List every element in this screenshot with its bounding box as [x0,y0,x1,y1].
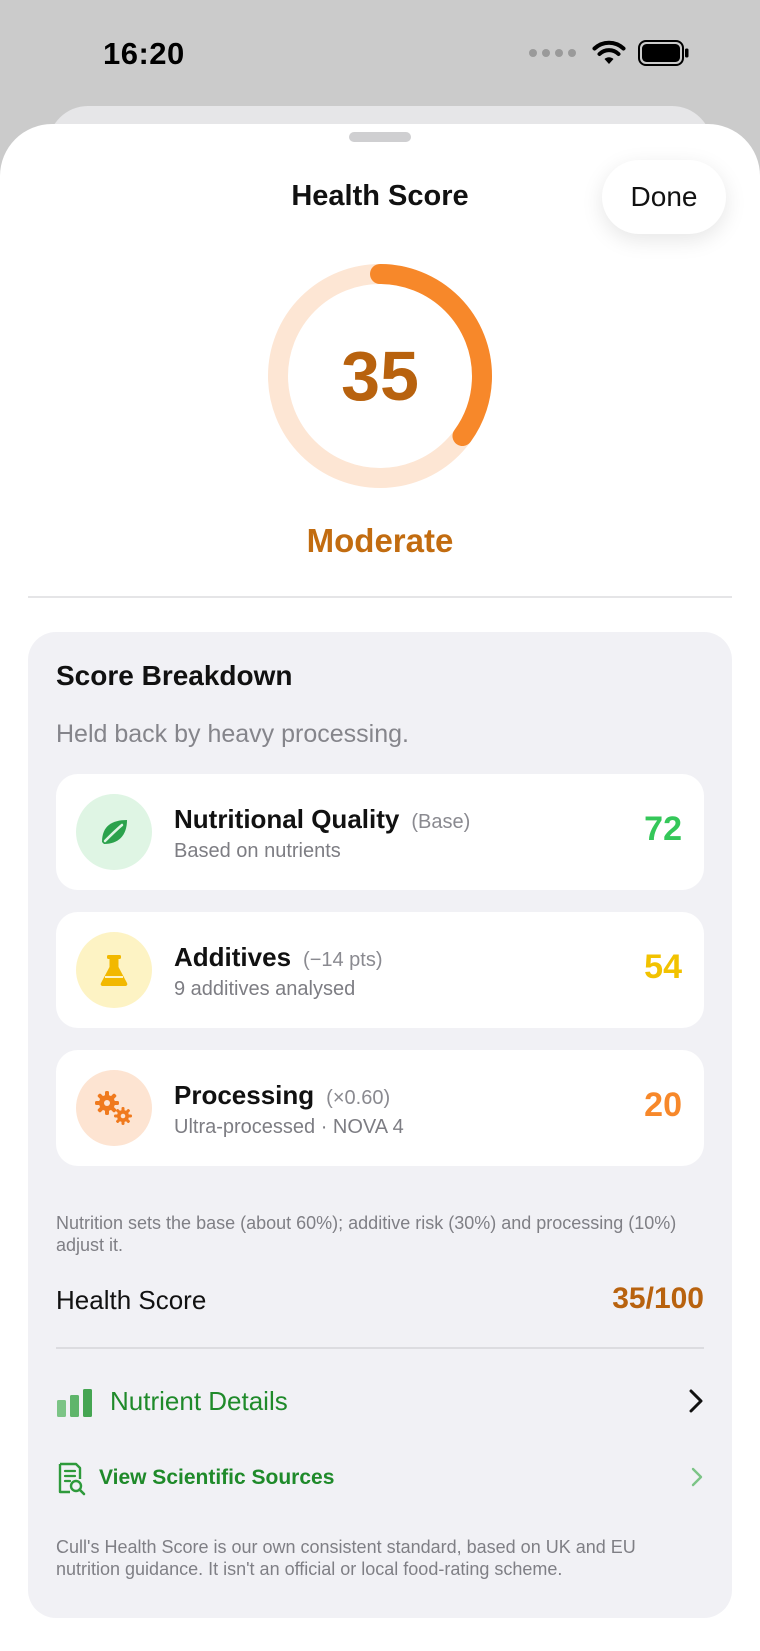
score-breakdown-card: Score Breakdown Held back by heavy proce… [28,632,732,1618]
row-name: Additives (−14 pts) [174,942,383,972]
next-card-edge [28,1520,732,1530]
scientific-sources-link[interactable]: View Scientific Sources [56,1458,704,1502]
chevron-right-icon [689,1389,703,1413]
divider [28,596,732,598]
breakdown-subtitle: Held back by heavy processing. [56,720,409,748]
leaf-icon [76,794,152,870]
row-value: 54 [644,948,682,986]
document-search-icon [58,1462,86,1496]
bar-chart-icon [57,1389,92,1417]
row-name: Nutritional Quality (Base) [174,804,471,834]
score-ring: 35 [260,256,500,496]
wifi-icon [592,40,626,64]
total-value: 35/100 [612,1282,704,1315]
sheet-grabber[interactable] [349,132,411,142]
status-icons [529,40,690,66]
row-description: Based on nutrients [174,840,341,862]
status-bar: 16:20 [0,0,760,110]
score-rating: Moderate [306,522,454,559]
gears-icon [76,1070,152,1146]
scientific-sources-label: View Scientific Sources [99,1466,335,1489]
total-label: Health Score [56,1285,207,1315]
row-name: Processing (×0.60) [174,1080,391,1110]
breakdown-row-nutritional-quality: Nutritional Quality (Base) Based on nutri… [56,774,704,890]
breakdown-title: Score Breakdown [56,660,293,691]
done-button[interactable]: Done [602,160,726,234]
nutrient-details-link[interactable]: Nutrient Details [56,1382,704,1426]
flask-icon [76,932,152,1008]
row-description: 9 additives analysed [174,978,356,1000]
chevron-right-icon [691,1467,703,1487]
divider [56,1347,704,1349]
nutrient-details-label: Nutrient Details [110,1386,288,1416]
status-time: 16:20 [103,36,185,71]
disclaimer-footnote: Cull's Health Score is our own consisten… [56,1537,636,1579]
battery-icon [638,40,689,66]
row-value: 72 [644,810,682,848]
weighting-note: Nutrition sets the base (about 60%); add… [56,1213,677,1255]
row-value: 20 [644,1086,682,1124]
score-value: 35 [341,337,419,415]
breakdown-row-processing: Processing (×0.60) Ultra-processed · NOVA… [56,1050,704,1166]
signal-dots-icon [529,49,576,57]
row-description: Ultra-processed · NOVA 4 [174,1116,404,1138]
breakdown-row-additives: Additives (−14 pts) 9 additives analysed … [56,912,704,1028]
health-score-sheet: Health Score Done 35 Moderate Score Brea… [0,124,760,1651]
